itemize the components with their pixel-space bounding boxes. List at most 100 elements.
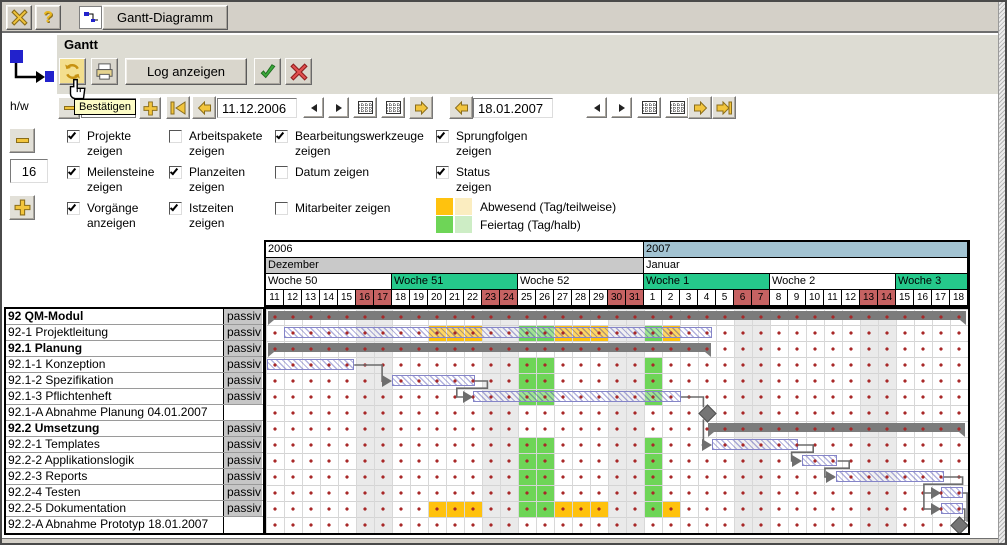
checkbox-label: Planzeitenzeigen [189, 165, 245, 195]
goto-end-button[interactable] [712, 96, 736, 119]
gantt-tab-icon-box[interactable] [79, 6, 102, 29]
week-cell: Woche 52 [518, 274, 644, 290]
close-button[interactable] [6, 5, 32, 30]
day-cell: 17 [374, 290, 392, 306]
holiday-cell [644, 453, 662, 469]
check-mark-icon [170, 203, 178, 212]
next-page-left-button[interactable] [409, 96, 433, 119]
task-row[interactable]: 92 QM-Modulpassiv [6, 309, 263, 325]
checkbox-projekte[interactable] [67, 130, 80, 143]
absence-cell [572, 501, 590, 517]
checkbox-bearbeitungswerkzeuge[interactable] [275, 130, 288, 143]
task-row[interactable]: 92.1 Planungpassiv [6, 341, 263, 357]
task-row[interactable]: 92.2-1 Templatespassiv [6, 437, 263, 453]
task-name: 92.2-4 Testen [6, 485, 224, 500]
checkbox-mitarbeiter-zeigen[interactable] [275, 202, 288, 215]
task-name: 92.2-5 Dokumentation [6, 501, 224, 516]
date-to-spin-right[interactable] [611, 97, 632, 118]
day-cell: 28 [572, 290, 590, 306]
date-from-spin-right[interactable] [328, 97, 349, 118]
day-cell: 7 [752, 290, 770, 306]
task-row[interactable]: 92.2-5 Dokumentationpassiv [6, 501, 263, 517]
task-bar[interactable] [284, 327, 712, 338]
tab-gantt-diagramm[interactable]: Gantt-Diagramm [102, 5, 228, 30]
task-bar[interactable] [267, 359, 354, 370]
day-cell: 14 [320, 290, 338, 306]
summary-bar[interactable] [268, 343, 712, 352]
task-row[interactable]: 92.2-A Abnahme Prototyp 18.01.2007 [6, 517, 263, 533]
check-mark-icon [68, 131, 76, 140]
calendar-icon [642, 101, 657, 114]
summary-bar[interactable] [268, 311, 966, 320]
checkbox-label: Vorgängeanzeigen [87, 201, 138, 231]
task-bar[interactable] [392, 375, 475, 386]
task-row[interactable]: 92.2-3 Reportspassiv [6, 469, 263, 485]
next-page-right-button[interactable] [688, 96, 712, 119]
checkbox-label-line: Planzeiten [189, 165, 245, 180]
task-row[interactable]: 92.1-3 Pflichtenheftpassiv [6, 389, 263, 405]
tooltip: Bestätigen [74, 99, 136, 115]
task-bar[interactable] [712, 439, 798, 450]
task-row[interactable]: 92.1-1 Konzeptionpassiv [6, 357, 263, 373]
last-arrow-icon [716, 101, 732, 115]
prev-page-right-button[interactable] [449, 96, 473, 119]
day-cell: 24 [500, 290, 518, 306]
plus-icon [143, 101, 158, 116]
date-to-input[interactable] [473, 98, 553, 118]
task-status [224, 405, 262, 420]
cancel-button[interactable] [285, 58, 312, 85]
checkbox-sprungfolgen[interactable] [436, 130, 449, 143]
day-cell: 18 [392, 290, 410, 306]
confirm-button[interactable] [254, 58, 281, 85]
task-row[interactable]: 92.2 Umsetzungpassiv [6, 421, 263, 437]
day-cell: 6 [734, 290, 752, 306]
task-name: 92.2-3 Reports [6, 469, 224, 484]
checkbox-arbeitspakete[interactable] [169, 130, 182, 143]
spin-left-icon [311, 104, 317, 112]
milestone-diamond[interactable] [698, 404, 716, 422]
task-row[interactable]: 92.1-A Abnahme Planung 04.01.2007 [6, 405, 263, 421]
date-to-spin-left[interactable] [586, 97, 607, 118]
date-from-input[interactable] [217, 98, 297, 118]
task-bar[interactable] [836, 471, 944, 482]
day-cell: 12 [842, 290, 860, 306]
date-from-spin-left[interactable] [303, 97, 324, 118]
checkbox-vorg-nge[interactable] [67, 202, 80, 215]
calendar-from-button-2[interactable] [381, 97, 405, 118]
calendar-from-button-1[interactable] [353, 97, 377, 118]
row-height-minus-button[interactable] [9, 128, 35, 153]
day-cell: 12 [284, 290, 302, 306]
print-button[interactable] [91, 58, 118, 85]
day-cell: 14 [878, 290, 896, 306]
milestone-diamond[interactable] [950, 516, 968, 533]
task-row[interactable]: 92.2-4 Testenpassiv [6, 485, 263, 501]
task-bar[interactable] [473, 391, 681, 402]
calendar-to-button-2[interactable] [665, 97, 689, 118]
checkbox-status[interactable] [436, 166, 449, 179]
checkbox-meilensteine[interactable] [67, 166, 80, 179]
task-bar[interactable] [941, 503, 963, 514]
checkbox-datum-zeigen[interactable] [275, 166, 288, 179]
goto-start-button[interactable] [166, 96, 190, 119]
task-row[interactable]: 92.2-2 Applikationslogikpassiv [6, 453, 263, 469]
prev-page-left-button[interactable] [192, 96, 216, 119]
left-arrow-icon [197, 101, 212, 115]
refresh-button[interactable] [59, 58, 86, 85]
panel-title: Gantt [64, 37, 98, 52]
task-bar[interactable] [941, 487, 963, 498]
row-height-input[interactable] [10, 159, 48, 183]
step-plus-button[interactable] [139, 97, 161, 119]
checkbox-istzeiten[interactable] [169, 202, 182, 215]
checkbox-planzeiten[interactable] [169, 166, 182, 179]
task-row[interactable]: 92.1-2 Spezifikationpassiv [6, 373, 263, 389]
gantt-chart-icon [82, 9, 100, 27]
task-bar[interactable] [802, 455, 837, 466]
help-button[interactable]: ? [35, 5, 61, 30]
summary-bar[interactable] [708, 423, 965, 432]
task-row[interactable]: 92-1 Projektleitungpassiv [6, 325, 263, 341]
row-height-plus-button[interactable] [9, 195, 35, 220]
calendar-to-button-1[interactable] [637, 97, 661, 118]
window-resize-edge[interactable] [998, 2, 1005, 543]
checkbox-label-line: Mitarbeiter zeigen [295, 201, 390, 216]
log-anzeigen-button[interactable]: Log anzeigen [125, 58, 247, 85]
